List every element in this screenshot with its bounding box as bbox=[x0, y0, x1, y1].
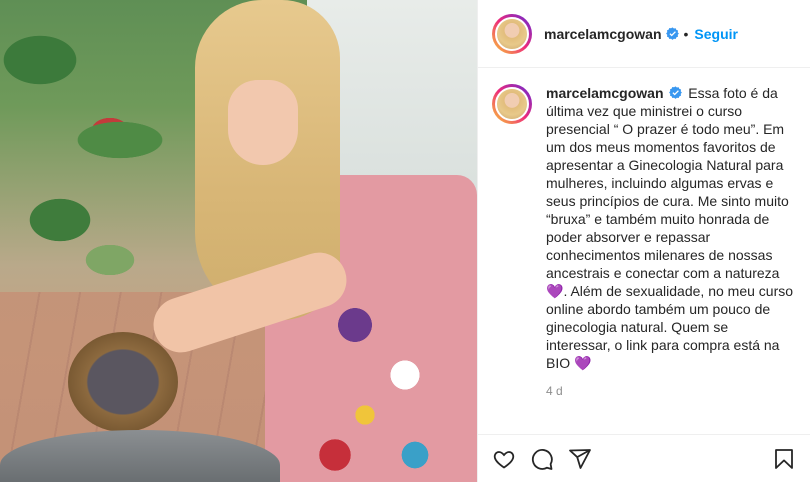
caption-avatar[interactable] bbox=[492, 84, 532, 124]
header-avatar[interactable] bbox=[492, 13, 532, 54]
verified-icon bbox=[665, 27, 679, 40]
post-actions-bar bbox=[478, 434, 810, 482]
photo-face bbox=[228, 80, 298, 165]
photo-bowl bbox=[68, 332, 178, 432]
heart-icon[interactable] bbox=[492, 447, 516, 471]
photo-dress-pattern bbox=[295, 285, 465, 475]
post-caption: marcelamcgowan Essa foto é da última vez… bbox=[546, 84, 796, 372]
verified-icon bbox=[669, 86, 683, 99]
purple-heart-emoji: 💜 bbox=[546, 283, 564, 299]
bookmark-icon[interactable] bbox=[772, 447, 796, 471]
header-username[interactable]: marcelamcgowan bbox=[544, 26, 662, 42]
caption-text-part1: Essa foto é da última vez que ministrei … bbox=[546, 85, 789, 281]
caption-row: marcelamcgowan Essa foto é da última vez… bbox=[492, 84, 796, 372]
avatar-image bbox=[495, 16, 529, 51]
post-comments-area: marcelamcgowan Essa foto é da última vez… bbox=[478, 68, 810, 434]
post-photo[interactable] bbox=[0, 0, 477, 482]
instagram-post: marcelamcgowan • Seguir marcelamcgowan E… bbox=[0, 0, 810, 482]
follow-button[interactable]: Seguir bbox=[694, 26, 738, 42]
header-separator: • bbox=[683, 25, 689, 42]
post-header: marcelamcgowan • Seguir bbox=[478, 0, 810, 68]
post-timestamp[interactable]: 4 d bbox=[546, 384, 796, 398]
avatar-image bbox=[495, 87, 529, 121]
comment-icon[interactable] bbox=[530, 447, 554, 471]
post-side-panel: marcelamcgowan • Seguir marcelamcgowan E… bbox=[477, 0, 810, 482]
caption-username[interactable]: marcelamcgowan bbox=[546, 85, 664, 101]
purple-heart-emoji: 💜 bbox=[574, 355, 592, 371]
share-icon[interactable] bbox=[568, 447, 592, 471]
